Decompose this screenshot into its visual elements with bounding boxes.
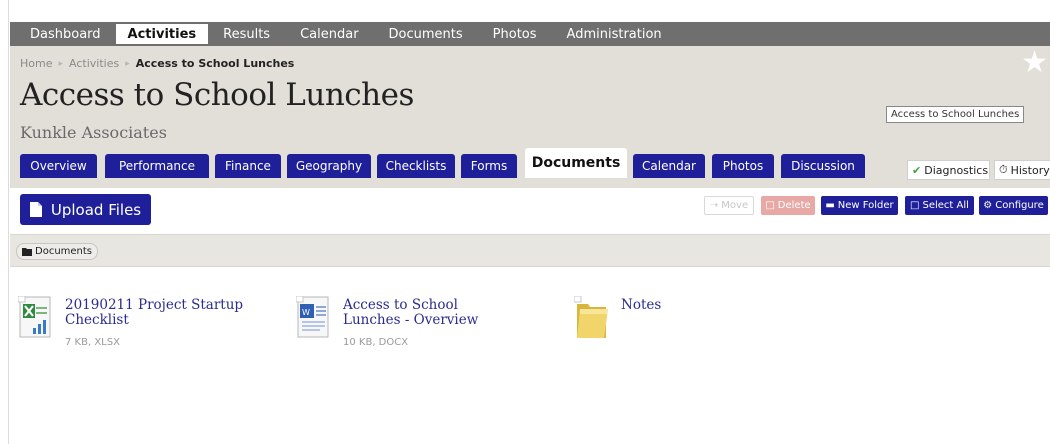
tab-checklists[interactable]: Checklists xyxy=(377,154,455,178)
documents-toolbar: Upload Files ➝ Move □ Delete ▬ New Folde… xyxy=(10,188,1050,234)
breadcrumb-home[interactable]: Home xyxy=(20,57,52,70)
diagnostics-label: Diagnostics xyxy=(924,163,989,177)
delete-button[interactable]: □ Delete xyxy=(761,196,815,215)
folder-icon xyxy=(22,247,32,256)
breadcrumb-activities[interactable]: Activities xyxy=(69,57,119,70)
move-button[interactable]: ➝ Move xyxy=(704,196,754,215)
trash-icon: □ xyxy=(765,200,775,211)
breadcrumb-separator-icon: ▸ xyxy=(125,58,130,69)
move-label: Move xyxy=(721,200,749,211)
nav-photos[interactable]: Photos xyxy=(478,22,552,46)
checkmark-icon: ✔ xyxy=(912,163,922,177)
folder-path-bar: Documents xyxy=(10,234,1050,267)
configure-button[interactable]: ⚙ Configure xyxy=(979,196,1048,215)
breadcrumb: Home ▸ Activities ▸ Access to School Lun… xyxy=(20,57,294,70)
delete-label: Delete xyxy=(777,200,811,211)
tab-overview[interactable]: Overview xyxy=(20,154,97,178)
history-label: History xyxy=(1010,163,1050,177)
select-box-icon: □ xyxy=(910,200,920,211)
top-navigation: Dashboard Activities Results Calendar Do… xyxy=(10,22,1050,46)
new-folder-button[interactable]: ▬ New Folder xyxy=(821,196,898,215)
file-size-type: 10 KB, DOCX xyxy=(343,337,409,348)
gear-icon: ⚙ xyxy=(983,200,993,211)
file-name-link[interactable]: 20190211 Project Startup Checklist xyxy=(65,298,265,328)
folder-crumb-label: Documents xyxy=(35,246,93,257)
page-title: Access to School Lunches xyxy=(20,77,414,113)
history-clock-icon: ⏱ xyxy=(999,163,1008,176)
tab-geography[interactable]: Geography xyxy=(287,154,371,178)
nav-results[interactable]: Results xyxy=(208,22,285,46)
organization-name: Kunkle Associates xyxy=(20,123,167,142)
tooltip: Access to School Lunches xyxy=(886,106,1025,123)
breadcrumb-current: Access to School Lunches xyxy=(135,57,295,70)
tab-performance[interactable]: Performance xyxy=(105,154,209,178)
arrow-right-icon: ➝ xyxy=(709,200,719,211)
tab-documents[interactable]: Documents xyxy=(525,148,627,178)
favorite-star-icon[interactable]: ★ xyxy=(1021,48,1048,78)
nav-activities[interactable]: Activities xyxy=(115,24,209,44)
tab-calendar[interactable]: Calendar xyxy=(633,154,705,178)
diagnostics-button[interactable]: ✔ Diagnostics xyxy=(907,160,990,180)
upload-files-label: Upload Files xyxy=(50,200,142,219)
select-all-button[interactable]: □ Select All xyxy=(905,196,974,215)
nav-documents[interactable]: Documents xyxy=(374,22,478,46)
nav-calendar[interactable]: Calendar xyxy=(285,22,373,46)
excel-file-icon xyxy=(18,296,51,338)
new-folder-label: New Folder xyxy=(837,200,894,211)
history-button[interactable]: ⏱ History xyxy=(994,160,1050,180)
tab-forms[interactable]: Forms xyxy=(461,154,517,178)
configure-label: Configure xyxy=(995,200,1044,211)
word-file-icon: W xyxy=(296,296,329,338)
folder-name-link[interactable]: Notes xyxy=(621,298,741,313)
tab-finance[interactable]: Finance xyxy=(215,154,281,178)
tab-photos[interactable]: Photos xyxy=(712,154,774,178)
svg-text:W: W xyxy=(302,308,310,317)
folder-icon: ▬ xyxy=(825,200,835,211)
tab-discussion[interactable]: Discussion xyxy=(781,154,865,178)
select-all-label: Select All xyxy=(922,200,969,211)
breadcrumb-separator-icon: ▸ xyxy=(58,58,64,69)
page-left-border xyxy=(8,0,9,444)
nav-administration[interactable]: Administration xyxy=(552,22,677,46)
file-size-type: 7 KB, XLSX xyxy=(65,337,120,348)
folder-icon xyxy=(574,296,608,338)
page-header: Home ▸ Activities ▸ Access to School Lun… xyxy=(10,46,1050,188)
file-name-link[interactable]: Access to School Lunches - Overview xyxy=(343,298,493,328)
file-icon xyxy=(29,202,42,217)
nav-dashboard[interactable]: Dashboard xyxy=(10,22,116,46)
upload-files-button[interactable]: Upload Files xyxy=(20,194,151,225)
folder-crumb-documents[interactable]: Documents xyxy=(16,243,99,260)
